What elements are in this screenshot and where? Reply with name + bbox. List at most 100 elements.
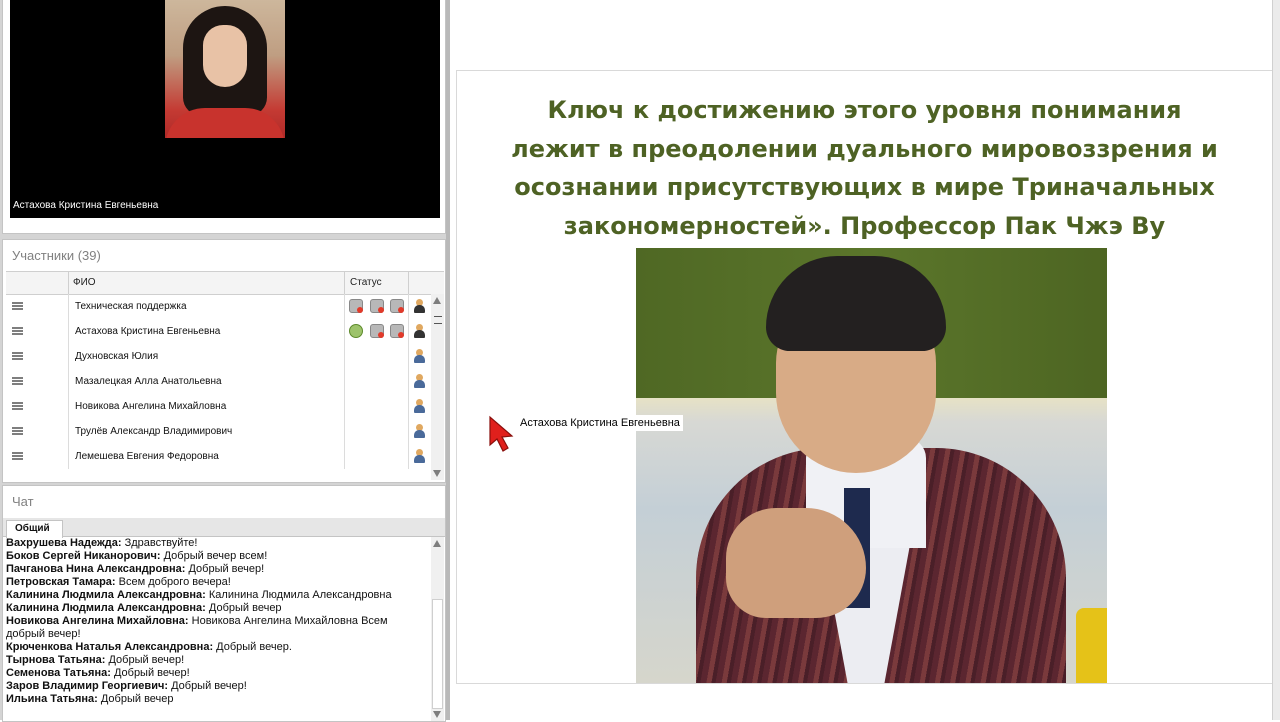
chat-author: Семенова Татьяна:: [6, 667, 111, 679]
chat-author: Тырнова Татьяна:: [6, 654, 106, 666]
scroll-thumb[interactable]: [434, 316, 442, 324]
participant-row[interactable]: Астахова Кристина Евгеньевна: [6, 319, 430, 344]
user-icon[interactable]: [413, 399, 425, 413]
chat-author: Новикова Ангелина Михайловна:: [6, 615, 189, 627]
slide-text-line: закономерностей». Профессор Пак Чжэ Ву: [563, 211, 1166, 240]
chat-tabbar: Общий: [3, 518, 445, 538]
participants-panel: Участники (39) ФИО Статус Техническая по…: [2, 239, 446, 483]
chat-author: Ильина Татьяна:: [6, 693, 98, 705]
webcam-image: [165, 0, 285, 138]
participant-name: Лемешева Евгения Федоровна: [75, 451, 219, 462]
participants-scrollbar[interactable]: [431, 294, 444, 480]
tab-general[interactable]: Общий: [6, 520, 63, 538]
participant-row[interactable]: Техническая поддержка: [6, 294, 430, 319]
chat-text: Добрый вечер!: [105, 654, 185, 666]
scroll-up-icon[interactable]: [433, 540, 441, 547]
user-icon[interactable]: [413, 449, 425, 463]
chat-text: Добрый вечер.: [213, 641, 292, 653]
participant-name: Мазалецкая Алла Анатольевна: [75, 376, 222, 387]
chat-message: Калинина Людмила Александровна: Калинина…: [6, 589, 428, 602]
user-icon[interactable]: [413, 374, 425, 388]
participant-row[interactable]: Лемешева Евгения Федоровна: [6, 444, 430, 469]
chat-text: Здравствуйте!: [121, 537, 198, 549]
chat-text: Добрый вечер всем!: [160, 550, 268, 562]
column-header-name[interactable]: ФИО: [73, 277, 96, 288]
chat-message: Новикова Ангелина Михайловна: Новикова А…: [6, 615, 428, 641]
participants-list: Техническая поддержка Астахова Кристина Е…: [6, 294, 430, 480]
video-stream: Астахова Кристина Евгеньевна: [10, 0, 440, 218]
video-speaker-name: Астахова Кристина Евгеньевна: [13, 200, 159, 211]
scroll-down-icon[interactable]: [433, 711, 441, 718]
chat-text: Добрый вечер!: [168, 680, 247, 692]
screen-off-icon[interactable]: [390, 299, 404, 313]
drag-handle-icon[interactable]: [12, 402, 23, 410]
chat-title: Чат: [12, 494, 34, 509]
participant-name: Астахова Кристина Евгеньевна: [75, 326, 221, 337]
participant-name: Новикова Ангелина Михайловна: [75, 401, 227, 412]
chat-log: Вахрушева Надежда: Здравствуйте! Боков Се…: [6, 537, 428, 721]
user-icon[interactable]: [413, 299, 425, 313]
professor-photo: [636, 248, 1107, 683]
chat-panel: Чат Общий Вахрушева Надежда: Здравствуйт…: [2, 485, 446, 722]
participant-row[interactable]: Мазалецкая Алла Анатольевна: [6, 369, 430, 394]
drag-handle-icon[interactable]: [12, 452, 23, 460]
drag-handle-icon[interactable]: [12, 427, 23, 435]
participant-row[interactable]: Духновская Юлия: [6, 344, 430, 369]
chat-author: Вахрушева Надежда:: [6, 537, 122, 549]
user-icon[interactable]: [413, 424, 425, 438]
chat-scrollbar[interactable]: [431, 537, 444, 721]
screen-off-icon[interactable]: [390, 324, 404, 338]
chat-message: Тырнова Татьяна: Добрый вечер!: [6, 654, 428, 667]
chat-text: Добрый вечер!: [110, 667, 190, 679]
chat-message: Ильина Татьяна: Добрый вечер: [6, 693, 428, 706]
pointer-label: Астахова Кристина Евгеньевна: [517, 415, 683, 431]
panel-divider[interactable]: [446, 0, 450, 720]
participant-row[interactable]: Трулёв Александр Владимирович: [6, 419, 430, 444]
scroll-up-icon[interactable]: [433, 297, 441, 304]
user-icon[interactable]: [413, 349, 425, 363]
chat-message: Семенова Татьяна: Добрый вечер!: [6, 667, 428, 680]
camera-off-icon[interactable]: [370, 299, 384, 313]
drag-handle-icon[interactable]: [12, 302, 23, 310]
chat-message: Боков Сергей Никанорович: Добрый вечер в…: [6, 550, 428, 563]
pointer-arrow-icon: [489, 415, 514, 452]
column-header-status[interactable]: Статус: [350, 277, 382, 288]
user-icon[interactable]: [413, 324, 425, 338]
scroll-thumb[interactable]: [432, 599, 443, 709]
chat-author: Боков Сергей Никанорович:: [6, 550, 161, 562]
chat-message: Петровская Тамара: Всем доброго вечера!: [6, 576, 428, 589]
presentation-slide: Ключ к достижению этого уровня понимания…: [456, 70, 1273, 684]
chat-message: Заров Владимир Георгиевич: Добрый вечер!: [6, 680, 428, 693]
camera-off-icon[interactable]: [370, 324, 384, 338]
scroll-down-icon[interactable]: [433, 470, 441, 477]
chat-author: Калинина Людмила Александровна:: [6, 602, 206, 614]
chat-message: Вахрушева Надежда: Здравствуйте!: [6, 537, 428, 550]
video-panel: Астахова Кристина Евгеньевна: [2, 0, 446, 234]
camera-off-icon[interactable]: [349, 299, 363, 313]
chat-message: Крюченкова Наталья Александровна: Добрый…: [6, 641, 428, 654]
chat-message: Пачганова Нина Александровна: Добрый веч…: [6, 563, 428, 576]
participant-name: Духновская Юлия: [75, 351, 159, 362]
camera-on-icon[interactable]: [349, 324, 363, 338]
participant-row[interactable]: Новикова Ангелина Михайловна: [6, 394, 430, 419]
page-scrollbar[interactable]: [1272, 0, 1280, 720]
chat-author: Крюченкова Наталья Александровна:: [6, 641, 214, 653]
slide-text: Ключ к достижению этого уровня понимания…: [457, 91, 1272, 245]
participants-table-header: ФИО Статус: [6, 271, 444, 295]
participants-title: Участники (39): [12, 248, 101, 263]
chat-text: Добрый вечер: [97, 693, 174, 705]
drag-handle-icon[interactable]: [12, 377, 23, 385]
chat-author: Петровская Тамара:: [6, 576, 116, 588]
chat-author: Заров Владимир Георгиевич:: [6, 680, 169, 692]
participant-name: Трулёв Александр Владимирович: [75, 426, 233, 437]
drag-handle-icon[interactable]: [12, 352, 23, 360]
slide-text-line: осознании присутствующих в мире Триначал…: [514, 173, 1215, 201]
chat-message: Калинина Людмила Александровна: Добрый в…: [6, 602, 428, 615]
slide-text-line: Ключ к достижению этого уровня понимания: [547, 96, 1182, 124]
drag-handle-icon[interactable]: [12, 327, 23, 335]
chat-text: Добрый вечер!: [185, 563, 265, 575]
chat-text: Добрый вечер: [205, 602, 282, 614]
participant-name: Техническая поддержка: [75, 301, 187, 312]
chat-text: Всем доброго вечера!: [115, 576, 231, 588]
chat-author: Калинина Людмила Александровна:: [6, 589, 206, 601]
